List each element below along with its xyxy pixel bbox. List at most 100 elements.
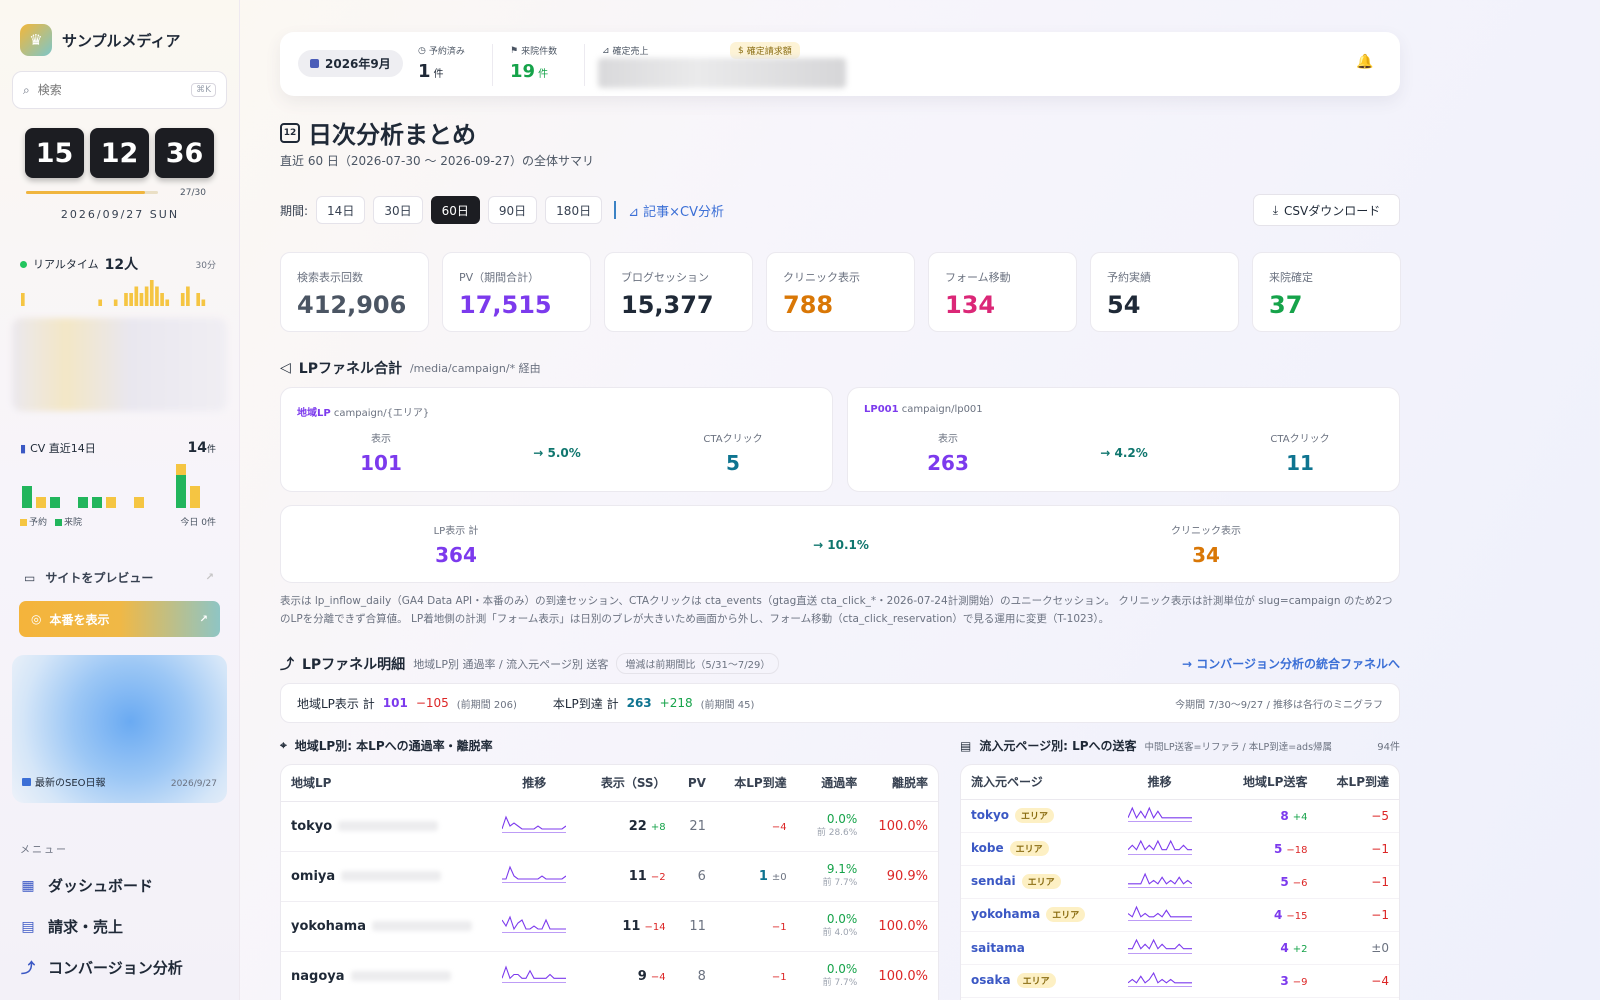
kpi-card: PV（期間合計） 17,515 (442, 252, 591, 332)
table-row[interactable]: omiya 11 −2 6 1 ±0 9.1% 前 7.7% 90.9% (281, 851, 938, 902)
lp-card-tag-name: 地域LP (297, 408, 331, 419)
pass-rate-prev: 前 28.6% (816, 828, 858, 838)
kpi-label: 検索表示回数 (297, 271, 363, 284)
realtime-window: 30分 (195, 260, 216, 271)
brand[interactable]: ♛ サンプルメディア (20, 24, 181, 56)
bell-icon[interactable]: 🔔 (1356, 54, 1373, 70)
grid-icon: ▦ (21, 877, 35, 894)
source-name[interactable]: sendai (971, 874, 1016, 888)
month-selector[interactable]: 2026年9月 (298, 50, 403, 77)
nav-billing[interactable]: ▤ 請求・売上 (20, 916, 220, 937)
period-90[interactable]: 90日 (487, 196, 538, 224)
lp-name-wrap: yokohama (291, 919, 474, 934)
trend-sparkline (1127, 872, 1192, 888)
period-selector: 期間: 14日 30日 60日 90日 180日 ⊿ 記事×CV分析 (280, 196, 724, 224)
lp-card-cta-label: CTAクリック (703, 434, 763, 445)
col-header: 離脱率 (867, 765, 938, 802)
table-row[interactable]: yokohama エリア 4 −15 −1 (961, 898, 1399, 932)
table-row[interactable]: tokyo エリア 8 +4 −5 (961, 799, 1399, 833)
divider (584, 44, 585, 86)
cell-source: saitama (961, 931, 1114, 965)
lp-card-cta: CTAクリック 11 (1250, 430, 1350, 475)
nav-billing-label: 請求・売上 (48, 918, 124, 936)
views-delta: −2 (650, 871, 666, 883)
cell-reach-delta: −5 (1317, 799, 1399, 833)
realtime-bar (165, 299, 170, 306)
cell-trend (1113, 964, 1206, 998)
stat-reserved-value: 1件 (418, 61, 465, 82)
sparkline (501, 815, 567, 830)
lp-card-view-value: 263 (927, 451, 969, 475)
cell-reach: −1 (715, 951, 797, 1000)
cell-sent: 4 +2 (1205, 931, 1318, 965)
lp-total-delta: −105 (415, 696, 449, 710)
stat-reserved-unit: 件 (433, 69, 444, 80)
cv-bar-visit (50, 497, 60, 508)
realtime-bar (155, 286, 159, 306)
cell-trend (1113, 832, 1206, 866)
realtime-count: 12人 (104, 257, 139, 273)
lp-card-path: campaign/{エリア} (333, 408, 430, 419)
reach-delta: −1 (771, 971, 787, 983)
col-header: 推移 (483, 765, 585, 802)
article-cv-link[interactable]: ⊿ 記事×CV分析 (628, 201, 724, 220)
cv-bar-reserve (134, 497, 144, 508)
trend-icon: ⤴ (280, 656, 294, 673)
period-14[interactable]: 14日 (316, 196, 366, 224)
integrated-funnel-link[interactable]: → コンバージョン分析の統合ファネルへ (1180, 655, 1400, 672)
cell-sent: 3 −9 (1205, 964, 1318, 998)
sparkline (1127, 971, 1192, 984)
table-row[interactable]: nagoya 9 −4 8 −1 0.0% 前 7.7% 100.0% (281, 951, 938, 1000)
pass-rate-prev: 前 4.0% (822, 928, 858, 938)
globe-icon: ◎ (31, 612, 42, 626)
site-preview-link[interactable]: ▭ サイトをプレビュー ↗ (24, 569, 214, 586)
page-subtitle: 直近 60 日（2026-07-30 〜 2026-09-27）の全体サマリ (280, 154, 595, 168)
stat-visits-unit: 件 (538, 69, 549, 80)
legend-visit-label: 来院 (64, 518, 83, 528)
search-box[interactable]: ⌕ ⌘K (12, 71, 227, 109)
view-production-button[interactable]: ◎ 本番を表示 ↗ (19, 601, 220, 637)
table-row[interactable]: kobe エリア 5 −18 −1 (961, 832, 1399, 866)
cell-sent: 8 +4 (1205, 799, 1318, 833)
period-60[interactable]: 60日 (430, 196, 480, 224)
source-name[interactable]: kobe (971, 841, 1004, 855)
csv-download-button[interactable]: ⤓ CSVダウンロード (1253, 194, 1400, 226)
search-input[interactable] (37, 83, 168, 97)
source-name[interactable]: tokyo (971, 808, 1009, 822)
cell-reach-delta: ±0 (1317, 931, 1399, 965)
source-name[interactable]: yokohama (971, 907, 1040, 921)
source-name[interactable]: osaka (971, 973, 1011, 987)
nav-dashboard[interactable]: ▦ ダッシュボード (20, 875, 220, 896)
table-row[interactable]: yokohama 11 −14 11 −1 0.0% 前 4.0% 100.0% (281, 901, 938, 952)
pin-icon: ⌖ (280, 738, 287, 752)
lp-name-wrap: tokyo (291, 819, 474, 834)
table-row[interactable]: saitama 4 +2 ±0 (961, 931, 1399, 965)
cv-bar-reserve (176, 464, 186, 475)
table-row[interactable]: osaka エリア 3 −9 −4 (961, 964, 1399, 998)
realtime-bar (139, 293, 144, 306)
src-table-sub: 中間LP送客=リファラ / 本LP到達=ads帰属 (1144, 741, 1333, 753)
source-name[interactable]: saitama (971, 941, 1025, 955)
sparkline (502, 865, 567, 880)
src-table-header: 流入元ページ 推移 地域LP送客 本LP到達 (961, 765, 1399, 800)
nav-conversion[interactable]: ⤴ コンバージョン分析 (20, 957, 220, 978)
period-180[interactable]: 180日 (545, 196, 603, 224)
table-row[interactable]: tokyo 22 +8 21 −4 0.0% 前 28.6% 100.0% (281, 801, 938, 852)
main-total-delta: +218 (659, 696, 693, 710)
lp-table-title: 地域LP別: 本LPへの通過率・離脱率 (294, 739, 493, 753)
blurred-text (341, 871, 442, 881)
stat-visits-label-text: 来院件数 (521, 47, 558, 57)
monitor-icon: ▭ (24, 570, 36, 585)
trend-chart-icon: ⊿ (628, 204, 644, 220)
stat-reserved-label: ◷ 予約済み (418, 44, 465, 58)
crown-icon: ♛ (20, 24, 52, 56)
seo-report-card[interactable]: 最新のSEO日報 2026/9/27 (12, 655, 227, 803)
main-total-label: 本LP到達 計 (552, 696, 619, 711)
table-row[interactable]: sendai エリア 5 −6 −1 (961, 865, 1399, 899)
month-progress-fill (26, 191, 145, 194)
period-30[interactable]: 30日 (373, 196, 423, 224)
lp-total-label: 地域LP表示 計 (297, 696, 375, 711)
lp-card-cta: CTAクリック 5 (683, 430, 783, 475)
sparkline (1127, 839, 1192, 851)
pass-rate-prev: 前 7.7% (822, 878, 858, 888)
